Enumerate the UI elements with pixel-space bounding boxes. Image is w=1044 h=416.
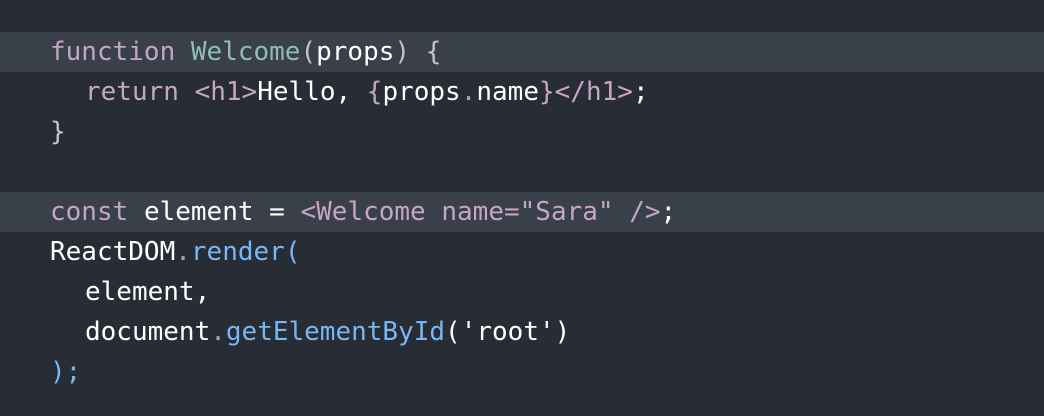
jsx-attr-eq: = [504, 197, 520, 227]
code-line-7: element, [0, 272, 1044, 312]
expr-prop: name [476, 77, 539, 107]
expr-open: { [366, 77, 383, 107]
jsx-self-close: /> [629, 197, 661, 227]
close-call: ); [50, 357, 82, 387]
paren-close: ) [554, 317, 571, 347]
code-line-2: return <h1>Hello, {props.name}</h1>; [0, 72, 1044, 112]
function-name: Welcome [190, 37, 301, 67]
keyword-return: return [85, 77, 179, 107]
paren-close: ) [394, 37, 411, 67]
paren-open: ( [300, 37, 317, 67]
param-props: props [316, 37, 395, 67]
code-line-8: document.getElementById('root') [0, 312, 1044, 352]
code-line-6: ReactDOM.render( [0, 232, 1044, 272]
var-element: element [143, 197, 254, 227]
keyword-function: function [50, 37, 176, 67]
arg-element: element [85, 277, 195, 307]
brace-open: { [425, 37, 442, 67]
code-line-1: function Welcome(props) { [0, 32, 1044, 72]
method-render: render [190, 237, 285, 267]
method-getelementbyid: getElementById [225, 317, 446, 347]
semicolon: ; [632, 77, 649, 107]
member-dot: . [210, 317, 226, 347]
code-line-5: const element = <Welcome name="Sara" />; [0, 192, 1044, 232]
paren-open: ( [284, 237, 301, 267]
keyword-const: const [50, 197, 129, 227]
brace-close: } [50, 117, 66, 147]
object-document: document [85, 317, 211, 347]
paren-open: ( [445, 317, 461, 347]
code-block: function Welcome(props) { return <h1>Hel… [0, 0, 1044, 416]
expr-close: } [539, 77, 555, 107]
jsx-attr-name: name [441, 197, 504, 227]
comma: , [194, 277, 211, 307]
semicolon: ; [660, 197, 677, 227]
jsx-tag-close: </h1> [554, 77, 633, 107]
jsx-text: Hello, [257, 77, 367, 107]
assign-op: = [269, 197, 285, 227]
string-root: 'root' [460, 317, 555, 347]
expr-object: props [382, 77, 461, 107]
code-line-3: } [0, 112, 1044, 152]
member-dot: . [175, 237, 191, 267]
jsx-welcome-open: <Welcome [300, 197, 426, 227]
expr-dot: . [460, 77, 477, 107]
jsx-attr-value: "Sara" [519, 197, 614, 227]
object-reactdom: ReactDOM [50, 237, 176, 267]
code-line-9: ); [0, 352, 1044, 392]
jsx-tag-open: <h1> [194, 77, 258, 107]
